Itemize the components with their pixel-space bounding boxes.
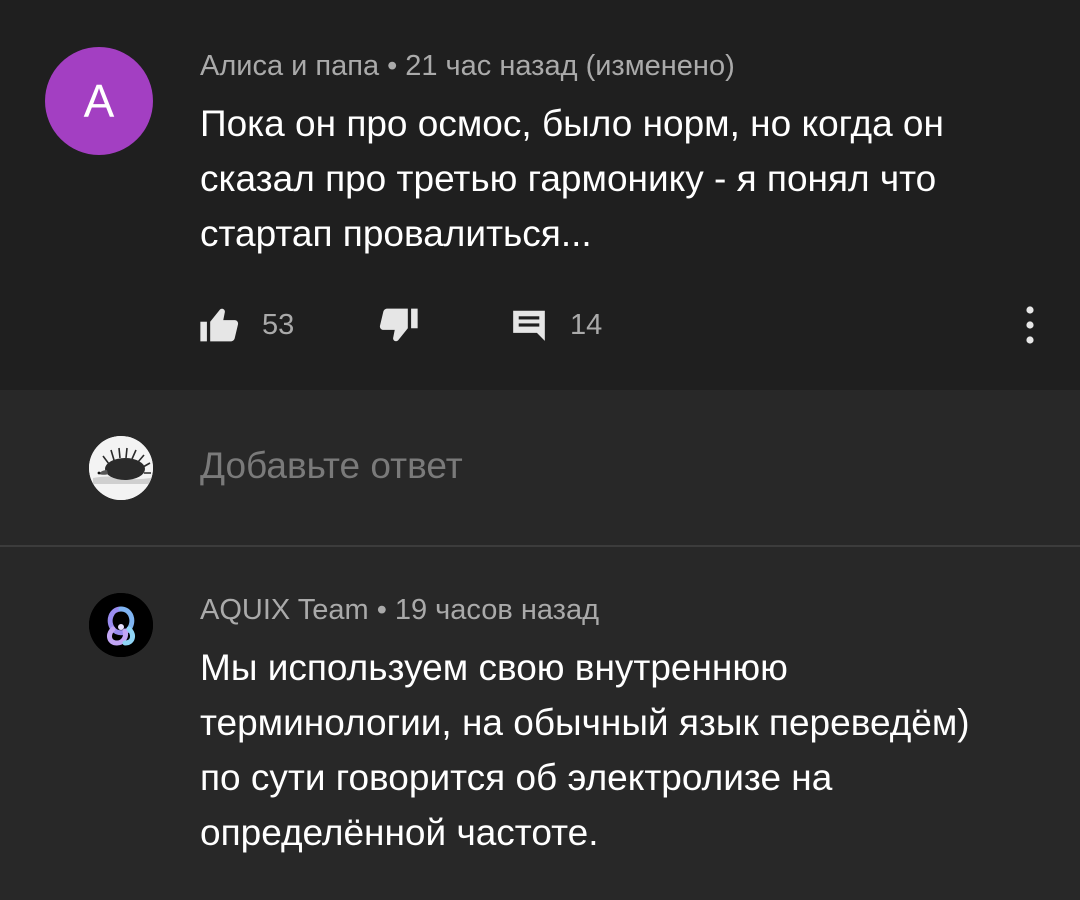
thumbs-down-icon xyxy=(379,308,418,342)
avatar[interactable]: A xyxy=(45,47,153,155)
reply-meta: AQUIX Team • 19 часов назад xyxy=(200,594,599,627)
dislike-button[interactable] xyxy=(378,300,418,350)
more-options-button[interactable] xyxy=(1018,300,1042,350)
comment-author[interactable]: Алиса и папа xyxy=(200,50,379,82)
meta-separator: • xyxy=(387,50,398,82)
like-count: 53 xyxy=(262,308,295,341)
like-button[interactable]: 53 xyxy=(200,300,294,350)
reply-line: по сути говорится об электролизе на xyxy=(200,757,833,798)
meta-separator: • xyxy=(376,594,387,626)
reply-button[interactable]: 14 xyxy=(510,300,602,350)
avatar[interactable] xyxy=(89,593,153,657)
reply-line: определённой частоте. xyxy=(200,812,599,853)
comment-actions: 53 14 xyxy=(200,300,1050,350)
comment-meta: Алиса и папа • 21 час назад (изменено) xyxy=(200,50,735,83)
reply-time: 19 часов назад xyxy=(394,594,599,626)
reply-icon xyxy=(513,310,545,341)
reply-count: 14 xyxy=(570,308,603,341)
comment-card: A Алиса и папа • 21 час назад (изменено) П… xyxy=(0,0,1080,390)
reply-author[interactable]: AQUIX Team xyxy=(200,594,369,626)
reply-composer xyxy=(0,390,1080,545)
comment-text: Пока он про осмос, было норм, но когда о… xyxy=(200,96,1050,261)
comment-line: сказал про третью гармонику - я понял чт… xyxy=(200,158,937,199)
reply-line: Мы используем свою внутреннюю xyxy=(200,647,788,688)
reply-text: Мы используем свою внутреннюю терминолог… xyxy=(200,640,1050,860)
hedgehog-avatar-icon xyxy=(89,436,153,500)
comment-line: стартап провалиться... xyxy=(200,213,592,254)
divider xyxy=(0,545,1080,547)
reply-input[interactable] xyxy=(200,445,1000,487)
thumbs-up-icon xyxy=(200,308,239,342)
avatar[interactable] xyxy=(89,436,153,500)
more-vert-icon xyxy=(1026,306,1034,344)
reply-line: терминологии, на обычный язык переведём) xyxy=(200,702,970,743)
comment-time: 21 час назад (изменено) xyxy=(405,50,735,82)
aquix-logo-icon xyxy=(89,593,153,657)
comment-line: Пока он про осмос, было норм, но когда о… xyxy=(200,103,944,144)
